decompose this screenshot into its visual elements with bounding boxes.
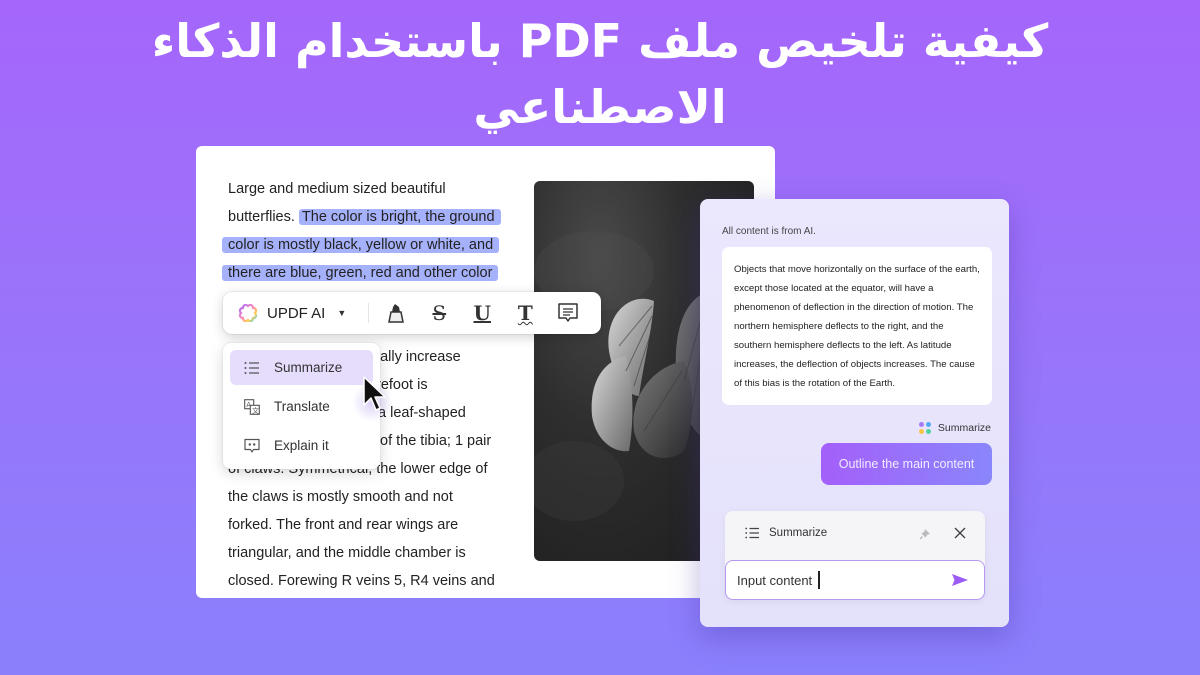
composer-mode: Summarize (745, 527, 827, 539)
mouse-pointer-icon (363, 376, 386, 411)
chat-input[interactable]: Input content (725, 560, 985, 600)
list-icon (745, 527, 759, 539)
ai-assistant-panel: All content is from AI. Objects that mov… (700, 199, 1009, 627)
page-title: كيفية تلخيص ملف PDF باستخدام الذكاء الاص… (151, 14, 1049, 134)
text-span: Large and medium sized beautiful (228, 181, 446, 197)
document-line: ually increase (372, 349, 461, 365)
strikethrough-tool-button[interactable]: S (428, 302, 450, 324)
explain-icon (244, 438, 260, 453)
document-line: butterflies. The color is bright, the gr… (228, 205, 501, 229)
pin-icon[interactable] (919, 528, 931, 540)
ai-disclaimer: All content is from AI. (722, 226, 816, 237)
strikethrough-icon: S (432, 301, 447, 325)
chat-composer: Summarize Input content (725, 511, 985, 600)
send-icon[interactable] (951, 573, 969, 587)
ai-response-message: Objects that move horizontally on the su… (722, 247, 992, 405)
document-line: Large and medium sized beautiful (228, 177, 446, 201)
document-line: closed. Forewing R veins 5, R4 veins and (228, 573, 495, 589)
menu-item-label: Translate (274, 399, 330, 414)
selected-text[interactable]: there are blue, green, red and other col… (222, 265, 499, 281)
document-line: there are blue, green, red and other col… (222, 261, 499, 285)
highlight-tool-button[interactable] (385, 302, 407, 324)
user-message-bubble: Outline the main content (821, 443, 992, 485)
menu-item-summarize[interactable]: Summarize (230, 350, 373, 385)
menu-item-label: Explain it (274, 438, 329, 453)
close-icon[interactable] (953, 526, 967, 540)
summarize-tag: Summarize (918, 422, 991, 434)
annotation-toolbar: UPDF AI ▼ S U T (223, 292, 601, 334)
chat-input-value: Input content (737, 572, 813, 588)
document-line: of the tibia; 1 pair (380, 433, 492, 449)
selected-text[interactable]: color is mostly black, yellow or white, … (222, 237, 500, 253)
squiggly-tool-button[interactable]: T (514, 302, 536, 324)
toolbar-divider (368, 303, 370, 323)
underline-tool-button[interactable]: U (471, 302, 493, 324)
document-line: forked. The front and rear wings are (228, 517, 459, 533)
menu-item-explain[interactable]: Explain it (230, 428, 373, 463)
highlight-icon (388, 304, 405, 323)
svg-text:文: 文 (252, 406, 259, 415)
selected-text[interactable]: The color is bright, the ground (298, 209, 501, 225)
caret-down-icon: ▼ (337, 308, 347, 318)
list-icon (244, 361, 259, 374)
composer-mode-label: Summarize (769, 527, 828, 539)
translate-icon: A 文 (244, 398, 260, 415)
ai-dots-icon (918, 422, 931, 434)
squiggly-text-icon: T (517, 301, 533, 325)
document-line: triangular, and the middle chamber is (228, 545, 466, 561)
updf-ai-label: UPDF AI (267, 304, 326, 322)
summarize-tag-label: Summarize (937, 422, 991, 434)
comment-tool-button[interactable] (557, 302, 579, 324)
text-span: butterflies. (228, 209, 299, 225)
comment-icon (558, 303, 579, 322)
text-caret (818, 571, 820, 589)
underline-icon: U (473, 301, 491, 325)
updf-ai-button[interactable]: UPDF AI ▼ (237, 302, 346, 324)
menu-item-label: Summarize (274, 360, 343, 375)
document-line: the claws is mostly smooth and not (228, 489, 453, 505)
document-line: color is mostly black, yellow or white, … (222, 233, 500, 257)
updf-ai-logo-icon (238, 303, 258, 323)
